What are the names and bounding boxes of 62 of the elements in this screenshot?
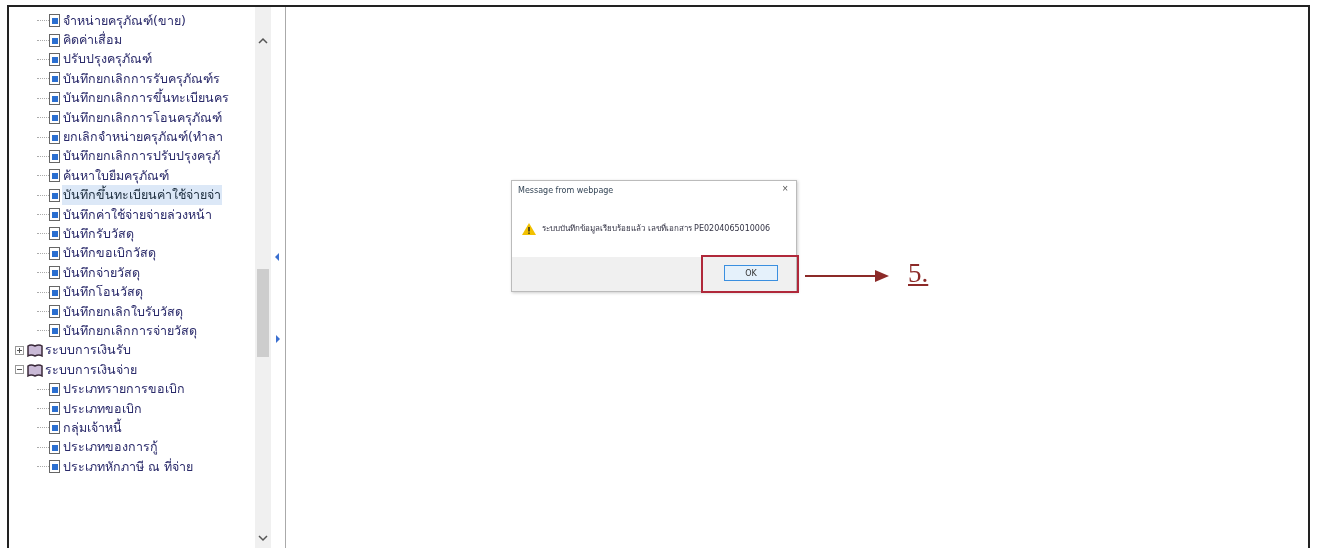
document-icon — [49, 285, 60, 299]
tree-item[interactable]: ประเภทหักภาษี ณ ที่จ่าย — [62, 456, 194, 477]
document-icon — [49, 324, 60, 338]
document-icon — [49, 382, 60, 396]
tree-item[interactable]: กลุ่มเจ้าหนี้ — [62, 417, 123, 438]
splitter-handle-icon[interactable] — [275, 253, 280, 261]
step-number: 5. — [908, 258, 929, 289]
tree-item[interactable]: บันทึกขอเบิกวัสดุ — [62, 243, 157, 264]
tree-item[interactable]: บันทึกยกเลิกการจ่ายวัสดุ — [62, 320, 198, 341]
tree-item[interactable]: ค้นหาใบยืมครุภัณฑ์ — [62, 165, 170, 186]
tree-item[interactable]: ประเภทของการกู้ — [62, 437, 159, 458]
document-icon — [49, 169, 60, 183]
tree-item[interactable]: บันทึกขึ้นทะเบียนค่าใช้จ่ายจ่า — [62, 185, 222, 206]
warning-icon — [522, 222, 536, 235]
book-icon — [27, 362, 43, 377]
document-icon — [49, 130, 60, 144]
collapse-icon[interactable] — [15, 365, 24, 375]
document-icon — [49, 227, 60, 241]
caret-up-icon[interactable] — [257, 37, 269, 45]
tree-item[interactable]: ปรับปรุงครุภัณฑ์ — [62, 49, 153, 70]
document-icon — [49, 111, 60, 125]
tree-item[interactable]: ประเภทรายการขอเบิก — [62, 379, 186, 400]
document-icon — [49, 188, 60, 202]
document-icon — [49, 440, 60, 454]
splitter-handle-icon[interactable] — [275, 335, 280, 343]
caret-down-icon[interactable] — [257, 534, 269, 542]
tree-item[interactable]: บันทึกโอนวัสดุ — [62, 282, 144, 303]
scroll-thumb[interactable] — [257, 269, 269, 357]
ok-button[interactable]: OK — [724, 265, 778, 281]
tree-item[interactable]: บันทึกยกเลิกการโอนครุภัณฑ์ — [62, 107, 223, 128]
tree-item[interactable]: บันทึกยกเลิกการรับครุภัณฑ์ร — [62, 68, 221, 89]
document-icon — [49, 402, 60, 415]
tree-item[interactable]: ยกเลิกจำหน่ายครุภัณฑ์(ทำลา — [62, 127, 224, 148]
document-icon — [49, 52, 60, 66]
tree-item[interactable]: คิดค่าเสื่อม — [62, 30, 123, 51]
document-icon — [49, 460, 60, 474]
close-button[interactable]: × — [782, 183, 788, 194]
document-icon — [49, 33, 60, 47]
document-icon — [49, 72, 60, 86]
tree-item[interactable]: ประเภทขอเบิก — [62, 398, 143, 419]
tree-item[interactable]: บันทึกรับวัสดุ — [62, 224, 135, 244]
scrollbar[interactable] — [255, 7, 271, 548]
document-icon — [49, 246, 60, 260]
document-icon — [49, 149, 60, 163]
tree-item[interactable]: จำหน่ายครุภัณฑ์(ขาย) — [62, 10, 187, 31]
book-icon — [27, 343, 43, 358]
tree-item[interactable]: บันทึกยกเลิกการขึ้นทะเบียนคร — [62, 88, 230, 109]
tree-item[interactable]: บันทึกค่าใช้จ่ายจ่ายล่วงหน้า — [62, 204, 213, 225]
document-icon — [49, 266, 60, 280]
tree-node[interactable]: ระบบการเงินจ่าย — [44, 359, 138, 380]
tree-item[interactable]: บันทึกจ่ายวัสดุ — [62, 262, 141, 283]
dialog-message: ระบบบันทึกข้อมูลเรียบร้อยแล้ว เลขที่เอกสาร PE0204065010006 — [542, 222, 771, 235]
expand-icon[interactable] — [15, 345, 24, 355]
document-icon — [49, 208, 60, 222]
tree-node[interactable]: ระบบการเงินรับ — [44, 340, 132, 361]
tree-item[interactable]: บันทึกยกเลิกการปรับปรุงครุภั — [62, 146, 221, 167]
document-icon — [49, 91, 60, 105]
dialog-title: Message from webpage — [518, 186, 614, 195]
document-icon — [49, 14, 60, 28]
document-icon — [49, 305, 60, 319]
document-icon — [49, 421, 60, 435]
tree-item[interactable]: บันทึกยกเลิกใบรับวัสดุ — [62, 301, 184, 322]
